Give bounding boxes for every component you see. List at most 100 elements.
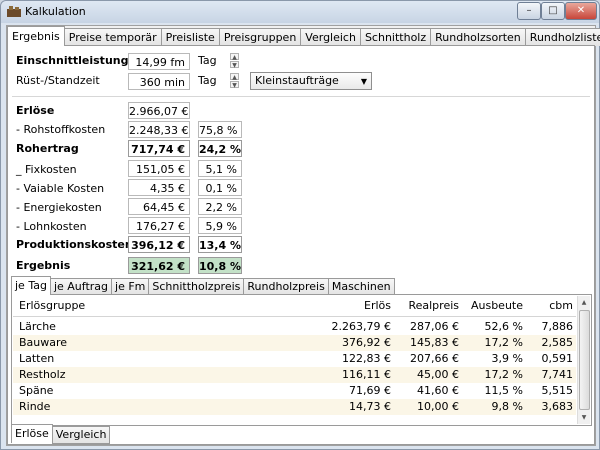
table-row[interactable]: Bauware 376,92 € 145,83 € 17,2 % 2,585	[13, 335, 576, 351]
cell-gruppe: Rinde	[19, 400, 51, 413]
cell-erloes: 2.263,79 €	[331, 320, 391, 333]
scrollbar-thumb[interactable]	[579, 310, 590, 410]
client-area: Ergebnis Preise temporär Preisliste Prei…	[6, 25, 600, 446]
ergebnis-pct: 10,8 %	[198, 257, 242, 274]
lohnkosten-value: 176,27 €	[128, 217, 190, 234]
rohstoff-label: - Rohstoffkosten	[16, 123, 106, 136]
col-header-ausbeute[interactable]: Ausbeute	[469, 296, 523, 316]
cell-realpreis: 10,00 €	[417, 400, 459, 413]
cell-cbm: 3,683	[541, 400, 574, 413]
cell-cbm: 0,591	[541, 352, 574, 365]
tab-schnittholz[interactable]: Schnittholz	[359, 28, 432, 46]
cell-erloes: 14,73 €	[349, 400, 391, 413]
einschnitt-field[interactable]: 14,99 fm	[128, 53, 190, 70]
cell-realpreis: 41,60 €	[417, 384, 459, 397]
ergebnis-value: 321,62 €	[128, 257, 190, 274]
table-row[interactable]: Rinde 14,73 € 10,00 € 9,8 % 3,683	[13, 399, 576, 415]
ruest-label: Rüst-/Standzeit	[16, 74, 100, 87]
maximize-button[interactable]: □	[541, 2, 565, 20]
col-header-erloesgruppe[interactable]: Erlösgruppe	[19, 296, 85, 316]
ruest-field[interactable]: 360 min	[128, 73, 190, 90]
energiekosten-label: - Energiekosten	[16, 201, 102, 214]
order-type-select[interactable]: Kleinstaufträge ▼	[250, 72, 372, 90]
table-row[interactable]: Latten 122,83 € 207,66 € 3,9 % 0,591	[13, 351, 576, 367]
fixkosten-pct: 5,1 %	[198, 160, 242, 177]
cell-cbm: 2,585	[541, 336, 574, 349]
produktionskosten-value: 396,12 €	[128, 236, 190, 253]
cell-erloes: 376,92 €	[342, 336, 391, 349]
cell-gruppe: Latten	[19, 352, 55, 365]
produktionskosten-pct: 13,4 %	[198, 236, 242, 253]
minimize-button[interactable]: –	[517, 2, 541, 20]
cell-gruppe: Restholz	[19, 368, 66, 381]
energiekosten-pct: 2,2 %	[198, 198, 242, 215]
col-header-erloes[interactable]: Erlös	[333, 296, 391, 316]
divider	[12, 96, 590, 97]
chevron-down-icon: ▼	[360, 77, 367, 86]
cell-realpreis: 145,83 €	[410, 336, 459, 349]
table-row[interactable]: Restholz 116,11 € 45,00 € 17,2 % 7,741	[13, 367, 576, 383]
cell-gruppe: Bauware	[19, 336, 68, 349]
tab-rundholzlisten[interactable]: Rundholzlisten	[524, 28, 600, 46]
title-bar[interactable]: Kalkulation – □ ✕	[1, 1, 599, 23]
cell-cbm: 7,741	[541, 368, 574, 381]
order-type-value: Kleinstaufträge	[255, 74, 339, 87]
fixkosten-value: 151,05 €	[128, 160, 190, 177]
cell-erloes: 122,83 €	[342, 352, 391, 365]
cell-erloes: 71,69 €	[349, 384, 391, 397]
tab-preisliste[interactable]: Preisliste	[160, 28, 220, 46]
cell-erloes: 116,11 €	[342, 368, 391, 381]
scroll-down-icon[interactable]: ▼	[579, 412, 589, 423]
ergebnis-label: Ergebnis	[16, 259, 71, 272]
sub-tab-bar: je Tag je Auftrag je Fm Schnittholzpreis…	[11, 276, 395, 296]
ruest-stepper[interactable]: ▲ ▼	[230, 73, 239, 89]
tab-ergebnis[interactable]: Ergebnis	[7, 26, 65, 46]
col-header-realpreis[interactable]: Realpreis	[401, 296, 459, 316]
kalkulation-window: Kalkulation – □ ✕ Ergebnis Preise tempor…	[0, 0, 600, 450]
tab-preisgruppen[interactable]: Preisgruppen	[218, 28, 302, 46]
lohnkosten-label: - Lohnkosten	[16, 220, 87, 233]
erloese-value: 2.966,07 €	[128, 102, 190, 119]
col-header-cbm[interactable]: cbm	[529, 296, 573, 316]
cell-cbm: 5,515	[541, 384, 574, 397]
cell-ausbeute: 9,8 %	[491, 400, 523, 413]
tab-preise-temporaer[interactable]: Preise temporär	[63, 28, 162, 46]
erloes-table: Erlösgruppe Erlös Realpreis Ausbeute cbm…	[11, 294, 592, 426]
window-title: Kalkulation	[25, 5, 86, 18]
lohnkosten-pct: 5,9 %	[198, 217, 242, 234]
cell-realpreis: 287,06 €	[410, 320, 459, 333]
app-icon	[7, 6, 21, 17]
cell-ausbeute: 11,5 %	[484, 384, 523, 397]
cell-realpreis: 207,66 €	[410, 352, 459, 365]
produktionskosten-label: Produktionskosten	[16, 238, 133, 251]
cell-ausbeute: 17,2 %	[484, 336, 523, 349]
cell-gruppe: Späne	[19, 384, 54, 397]
erloese-label: Erlöse	[16, 104, 55, 117]
close-button[interactable]: ✕	[565, 2, 597, 20]
variable-kosten-value: 4,35 €	[128, 179, 190, 196]
tab-footer-vergleich[interactable]: Vergleich	[51, 426, 111, 444]
einschnitt-stepper[interactable]: ▲ ▼	[230, 53, 239, 69]
rohertrag-label: Rohertrag	[16, 142, 79, 155]
rohertrag-pct: 24,2 %	[198, 140, 242, 157]
rohertrag-value: 717,74 €	[128, 140, 190, 157]
tab-vergleich[interactable]: Vergleich	[300, 28, 361, 46]
energiekosten-value: 64,45 €	[128, 198, 190, 215]
variable-kosten-label: - Vaiable Kosten	[16, 182, 105, 195]
scroll-up-icon[interactable]: ▲	[579, 297, 589, 308]
tab-erloese[interactable]: Erlöse	[11, 424, 53, 443]
cell-gruppe: Lärche	[19, 320, 56, 333]
cell-ausbeute: 17,2 %	[484, 368, 523, 381]
ruest-unit: Tag	[198, 74, 217, 87]
variable-kosten-pct: 0,1 %	[198, 179, 242, 196]
table-scrollbar[interactable]: ▲ ▼	[577, 296, 590, 424]
tab-je-tag[interactable]: je Tag	[11, 276, 51, 295]
rohstoff-pct: 75,8 %	[198, 121, 242, 138]
main-tab-bar: Ergebnis Preise temporär Preisliste Prei…	[7, 26, 600, 46]
table-row[interactable]: Späne 71,69 € 41,60 € 11,5 % 5,515	[13, 383, 576, 399]
table-row[interactable]: Lärche 2.263,79 € 287,06 € 52,6 % 7,886	[13, 319, 576, 335]
tab-rundholzsorten[interactable]: Rundholzsorten	[430, 28, 526, 46]
cell-ausbeute: 3,9 %	[491, 352, 523, 365]
einschnitt-unit: Tag	[198, 54, 217, 67]
footer-tab-bar: Erlöse Vergleich	[11, 424, 111, 444]
